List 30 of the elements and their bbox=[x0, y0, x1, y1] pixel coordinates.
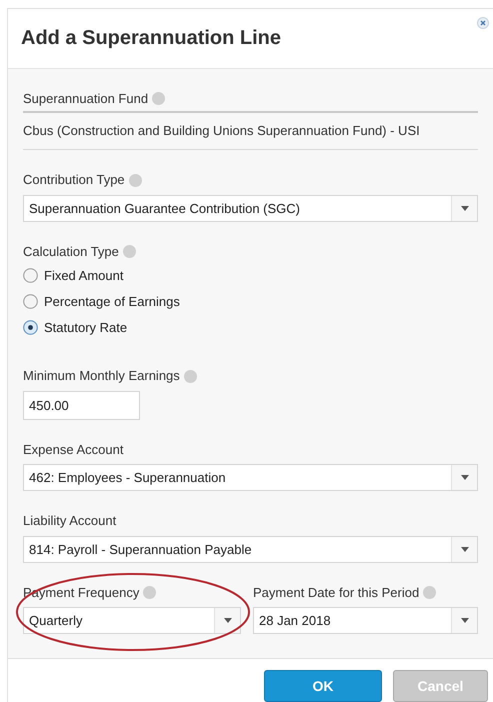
caret-icon bbox=[460, 546, 468, 552]
caret-icon bbox=[224, 618, 232, 624]
field-label: Contribution Type bbox=[23, 171, 125, 190]
caret-icon bbox=[460, 618, 468, 624]
help-icon[interactable] bbox=[152, 92, 166, 106]
field-label: Minimum Monthly Earnings bbox=[23, 367, 180, 386]
caret-icon bbox=[460, 475, 468, 480]
dropdown-field[interactable]: Superannuation Guarantee Contribution (SGC) bbox=[23, 194, 478, 222]
field-label: Calculation Type bbox=[23, 242, 119, 261]
dropdown-field[interactable]: 462: Employees - Superannuation bbox=[23, 464, 478, 492]
help-icon[interactable] bbox=[128, 174, 142, 187]
field-label: Liability Account bbox=[23, 512, 116, 530]
field-label: Superannuation Fund bbox=[23, 90, 148, 108]
dropdown-field[interactable]: 28 Jan 2018 bbox=[253, 607, 478, 634]
field-label: Expense Account bbox=[23, 440, 124, 459]
fund-name: Cbus (Construction and Building Unions Superannuation Fund) - USI bbox=[23, 123, 420, 138]
help-icon[interactable] bbox=[423, 586, 436, 600]
dropdown-field[interactable]: 814: Payroll - Superannuation Payable bbox=[23, 536, 478, 563]
close-icon[interactable] bbox=[477, 17, 489, 29]
radio-option[interactable]: Fixed Amount bbox=[23, 266, 478, 284]
input-field[interactable]: 450.00 bbox=[23, 390, 140, 420]
field-label: Payment Date for this Period bbox=[253, 584, 420, 602]
dialog-title: Add a Superannuation Line bbox=[21, 26, 282, 52]
dropdown-field[interactable]: Quarterly bbox=[23, 607, 241, 634]
help-icon[interactable] bbox=[184, 370, 197, 383]
caret-icon bbox=[460, 206, 468, 211]
radio-option[interactable]: Statutory Rate bbox=[23, 318, 478, 336]
help-icon[interactable] bbox=[143, 586, 156, 600]
help-icon[interactable] bbox=[122, 245, 136, 258]
radio-option[interactable]: Percentage of Earnings bbox=[23, 292, 478, 310]
